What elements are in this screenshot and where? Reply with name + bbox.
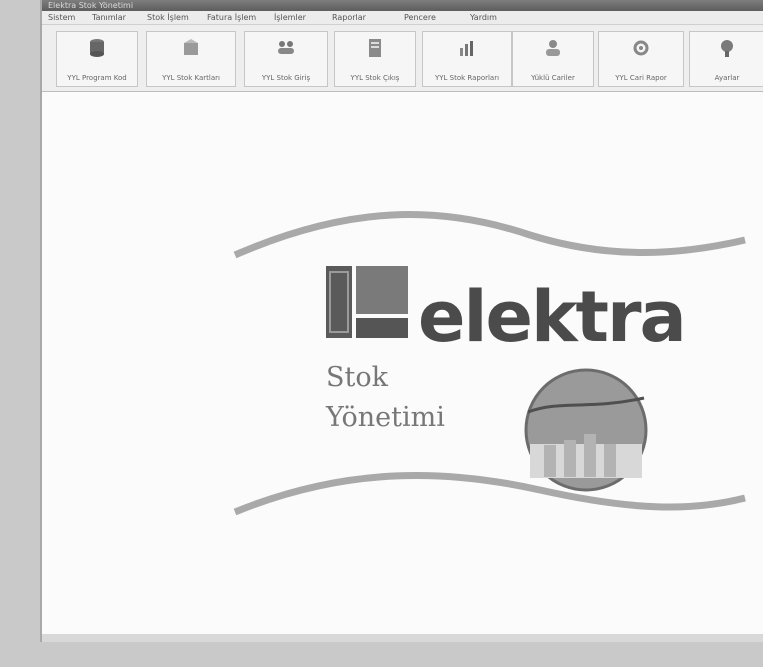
people-icon bbox=[546, 40, 560, 56]
gear-icon bbox=[633, 40, 649, 56]
toolbar-label: Ayarlar bbox=[714, 74, 740, 82]
menu-item-tanimlar[interactable]: Tanımlar bbox=[92, 12, 126, 23]
people-icon bbox=[278, 41, 294, 54]
status-strip bbox=[42, 634, 763, 642]
toolbar: YYL Program Kod YYL Stok Kartları YYL St… bbox=[42, 25, 763, 92]
toolbar-label: YYL Stok Çıkış bbox=[350, 74, 400, 82]
menu-item-stok-islem[interactable]: Stok İşlem bbox=[147, 12, 189, 23]
toolbar-button-stok-rapor[interactable]: YYL Stok Raporları bbox=[422, 31, 512, 87]
logo-square-emblem bbox=[326, 266, 408, 338]
toolbar-button-stok-cikis[interactable]: YYL Stok Çıkış bbox=[334, 31, 416, 87]
toolbar-label: YYL Stok Raporları bbox=[434, 74, 500, 82]
document-icon bbox=[369, 39, 381, 57]
toolbar-label: Yüklü Cariler bbox=[531, 74, 575, 82]
menu-bar: Sistem Tanımlar Stok İşlem Fatura İşlem … bbox=[42, 11, 763, 25]
menu-item-fatura-islem[interactable]: Fatura İşlem bbox=[207, 12, 256, 23]
toolbar-label: YYL Cari Rapor bbox=[615, 74, 667, 82]
chart-icon bbox=[460, 41, 473, 56]
database-icon bbox=[90, 39, 104, 57]
brand-logo-text: elektra bbox=[418, 276, 687, 358]
toolbar-button-program[interactable]: YYL Program Kod bbox=[56, 31, 138, 87]
toolbar-button-stok-giris[interactable]: YYL Stok Giriş bbox=[244, 31, 328, 87]
menu-item-islemler[interactable]: İşlemler bbox=[274, 12, 306, 23]
menu-item-yardim[interactable]: Yardım bbox=[470, 12, 497, 23]
window-title: Elektra Stok Yönetimi bbox=[48, 1, 134, 10]
toolbar-button-cari-rapor[interactable]: YYL Cari Rapor bbox=[598, 31, 684, 87]
elektra-logo-graphic bbox=[233, 211, 746, 516]
title-bar[interactable]: Elektra Stok Yönetimi bbox=[42, 0, 763, 11]
toolbar-label: YYL Stok Kartları bbox=[162, 74, 220, 82]
menu-item-raporlar[interactable]: Raporlar bbox=[332, 12, 366, 23]
menu-item-sistem[interactable]: Sistem bbox=[48, 12, 75, 23]
box-icon bbox=[184, 39, 198, 55]
globe-icon bbox=[524, 368, 648, 492]
logo-line-yonetimi: Yönetimi bbox=[326, 402, 445, 433]
toolbar-button-cariler[interactable]: Yüklü Cariler bbox=[512, 31, 594, 87]
logo-line-stok: Stok bbox=[326, 362, 388, 393]
menu-item-pencere[interactable]: Pencere bbox=[404, 12, 436, 23]
settings-icon bbox=[721, 40, 733, 57]
toolbar-label: YYL Program Kod bbox=[67, 74, 127, 82]
toolbar-label: YYL Stok Giriş bbox=[261, 74, 311, 82]
toolbar-button-ayarlar[interactable]: Ayarlar bbox=[689, 31, 763, 87]
toolbar-button-stok-kartlari[interactable]: YYL Stok Kartları bbox=[146, 31, 236, 87]
